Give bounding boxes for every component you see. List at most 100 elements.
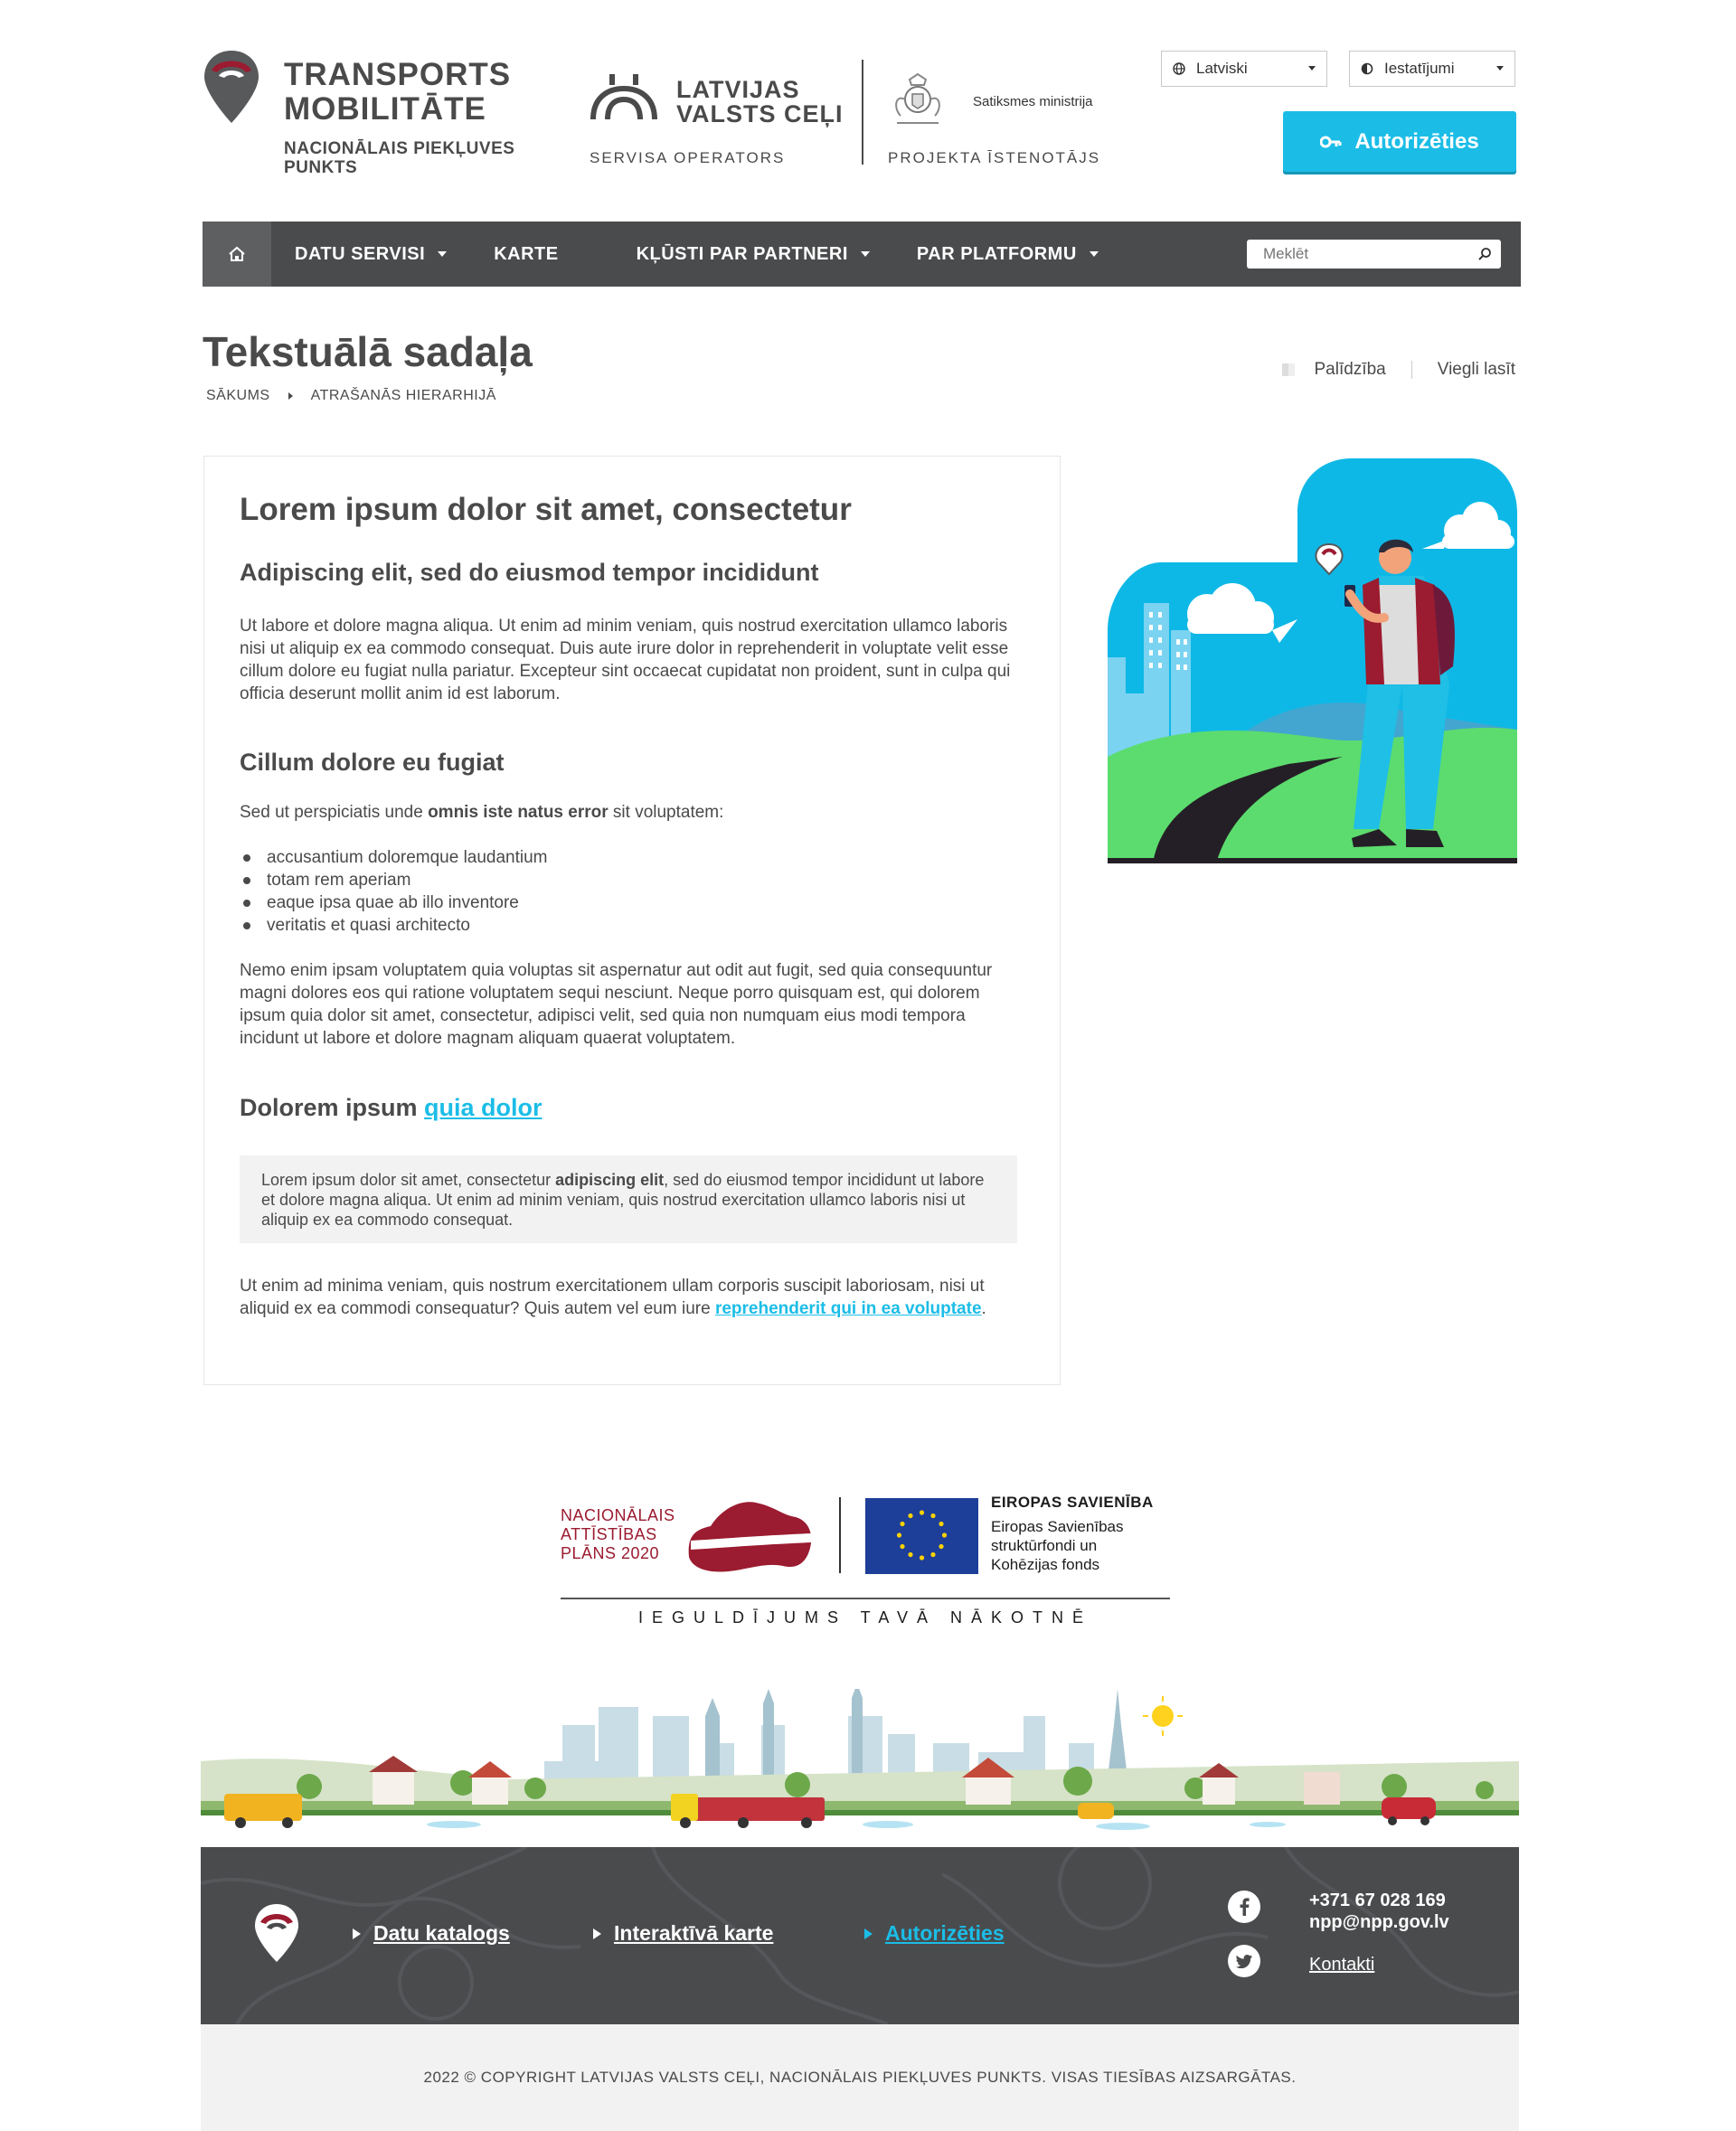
nav-item-label: KARTE [494, 243, 559, 264]
footer-contact-info: +371 67 028 169 npp@npp.gov.lv [1309, 1890, 1449, 1933]
paragraph-text: Sed ut perspiciatis unde [240, 803, 429, 822]
breadcrumb: SĀKUMS ATRAŠANĀS HIERARHIJĀ [206, 388, 496, 404]
funding-rule [561, 1598, 1170, 1599]
twitter-link[interactable] [1228, 1945, 1260, 1977]
article-subheading-3: Dolorem ipsum quia dolor [240, 1094, 542, 1122]
header-divider [862, 60, 863, 165]
help-icon [1281, 363, 1295, 376]
eu-flag-icon [865, 1498, 978, 1574]
nav-item-klusti-par-partneri[interactable]: KĻŪSTI PAR PARTNERI [582, 222, 893, 287]
article-subheading-2: Cillum dolore eu fugiat [240, 749, 505, 776]
footer-logo-pin-icon[interactable] [253, 1902, 300, 1964]
operator-title-line2: VALSTS CEĻI [676, 100, 844, 127]
breadcrumb-current: ATRAŠANĀS HIERARHIJĀ [310, 388, 496, 403]
paragraph-bold-text: omnis iste natus error [428, 803, 609, 822]
nap-line: NACIONĀLAIS [561, 1506, 675, 1524]
article-subheading-1: Adipiscing elit, sed do eiusmod tempor i… [240, 559, 819, 586]
facebook-icon [1240, 1898, 1250, 1916]
traveler-illustration [1108, 458, 1517, 863]
settings-select[interactable]: Iestatījumi [1349, 51, 1515, 87]
eu-line: Kohēzijas fonds [991, 1556, 1100, 1573]
nav-item-par-platformu[interactable]: PAR PLATFORMU [893, 222, 1122, 287]
page-tools: Palīdzība Viegli lasīt [1281, 360, 1515, 380]
search-box [1247, 240, 1501, 269]
latvia-map-flag-icon [688, 1502, 812, 1572]
search-input[interactable] [1247, 245, 1464, 263]
quote-bold-text: adipiscing elit [555, 1171, 665, 1189]
footer-link-label: Datu katalogs [373, 1921, 510, 1945]
funding-slogan: IEGULDĪJUMS TAVĀ NĀKOTNĒ [637, 1608, 1093, 1627]
chevron-down-icon [1089, 251, 1099, 257]
nap-line: PLĀNS 2020 [561, 1544, 660, 1562]
footer-email[interactable]: npp@npp.gov.lv [1309, 1911, 1449, 1933]
eu-title: EIROPAS SAVIENĪBA [991, 1494, 1154, 1511]
paragraph-text: . [981, 1299, 986, 1318]
paragraph-link[interactable]: reprehenderit qui in ea voluptate [715, 1299, 982, 1318]
nav-home-button[interactable] [203, 222, 271, 287]
article-paragraph-1: Ut labore et dolore magna aliqua. Ut eni… [240, 617, 1011, 703]
site-header: TRANSPORTS MOBILITĀTE NACIONĀLAIS PIEKĻU… [203, 47, 1521, 183]
site-footer: Datu katalogs Interaktīvā karte Autorizē… [201, 1847, 1519, 2024]
nav-item-label: KĻŪSTI PAR PARTNERI [636, 243, 848, 264]
article-paragraph-4: Ut enim ad minima veniam, quis nostrum e… [240, 1275, 1017, 1320]
brand-title-line1: TRANSPORTS [284, 57, 512, 92]
article-quote-box: Lorem ipsum dolor sit amet, consectetur … [240, 1155, 1017, 1243]
twitter-icon [1236, 1954, 1252, 1968]
brand-subtitle-line2: PUNKTS [284, 158, 358, 177]
help-link[interactable]: Palīdzība [1315, 360, 1386, 380]
nav-item-datu-servisi[interactable]: DATU SERVISI [271, 222, 470, 287]
eu-line: struktūrfondi un [991, 1537, 1098, 1554]
settings-select-value: Iestatījumi [1384, 60, 1455, 77]
footer-contacts-link[interactable]: Kontakti [1309, 1955, 1374, 1975]
operator-title-line1: LATVIJAS [676, 76, 800, 103]
nap-logo-text: NACIONĀLAIS ATTĪSTĪBAS PLĀNS 2020 [561, 1506, 675, 1563]
login-button-label: Autorizēties [1354, 128, 1479, 154]
easy-read-link[interactable]: Viegli lasīt [1438, 360, 1515, 380]
brand-subtitle: NACIONĀLAIS PIEKĻUVES PUNKTS [284, 139, 514, 177]
footer-link-label: Interaktīvā karte [614, 1921, 774, 1945]
nap-line: ATTĪSTĪBAS [561, 1525, 657, 1543]
footer-phone[interactable]: +371 67 028 169 [1309, 1890, 1449, 1911]
facebook-link[interactable] [1228, 1891, 1260, 1923]
funding-logos: NACIONĀLAIS ATTĪSTĪBAS PLĀNS 2020 EIROPA… [561, 1494, 1171, 1629]
list-item: eaque ipsa quae ab illo inventore [240, 891, 548, 914]
language-select[interactable]: Latviski [1161, 51, 1327, 87]
eu-line: Eiropas Savienības [991, 1518, 1124, 1535]
brand-logo-pin-icon[interactable] [203, 47, 260, 125]
footer-link-interaktiva-karte[interactable]: Interaktīvā karte [593, 1921, 773, 1946]
article-heading: Lorem ipsum dolor sit amet, consectetur [240, 492, 852, 527]
article-bullet-list: accusantium doloremque laudantium totam … [240, 846, 548, 937]
home-icon [229, 246, 245, 261]
footer-link-datu-katalogs[interactable]: Datu katalogs [353, 1921, 510, 1946]
list-item: totam rem aperiam [240, 869, 548, 891]
footer-link-label: Autorizēties [885, 1921, 1005, 1945]
page-title: Tekstuālā sadaļa [203, 328, 533, 375]
login-button[interactable]: Autorizēties [1283, 111, 1516, 172]
nav-item-karte[interactable]: KARTE [470, 222, 581, 287]
chevron-down-icon [860, 251, 870, 257]
tools-divider [1410, 361, 1412, 379]
chevron-down-icon [438, 251, 448, 257]
ministry-coat-of-arms-icon [895, 72, 940, 124]
breadcrumb-home-link[interactable]: SĀKUMS [206, 388, 270, 404]
contrast-icon [1361, 62, 1373, 75]
nav-item-label: PAR PLATFORMU [916, 243, 1077, 264]
chevron-down-icon [1496, 66, 1504, 71]
ministry-name: Satiksmes ministrija [973, 94, 1093, 109]
quote-text: Lorem ipsum dolor sit amet, consectetur [261, 1171, 556, 1189]
copyright-bar: 2022 © COPYRIGHT LATVIJAS VALSTS CEĻI, N… [201, 2024, 1519, 2131]
paragraph-text: sit voluptatem: [608, 803, 724, 822]
footer-link-autorizeties[interactable]: Autorizēties [864, 1921, 1005, 1946]
key-icon [1320, 136, 1342, 147]
operator-title: LATVIJAS VALSTS CEĻI [676, 78, 844, 127]
brand-subtitle-line1: NACIONĀLAIS PIEKĻUVES [284, 139, 515, 158]
triangle-right-icon [864, 1928, 873, 1939]
cityscape-illustration [201, 1689, 1519, 1830]
article-paragraph-3: Nemo enim ipsam voluptatem quia voluptas… [240, 961, 993, 1048]
subheading-text: Dolorem ipsum [240, 1094, 425, 1121]
search-icon[interactable] [1477, 247, 1492, 261]
brand-title[interactable]: TRANSPORTS MOBILITĀTE [284, 58, 511, 127]
lvc-logo-icon [590, 74, 657, 120]
funding-divider [839, 1497, 841, 1573]
subheading-link[interactable]: quia dolor [424, 1094, 542, 1121]
